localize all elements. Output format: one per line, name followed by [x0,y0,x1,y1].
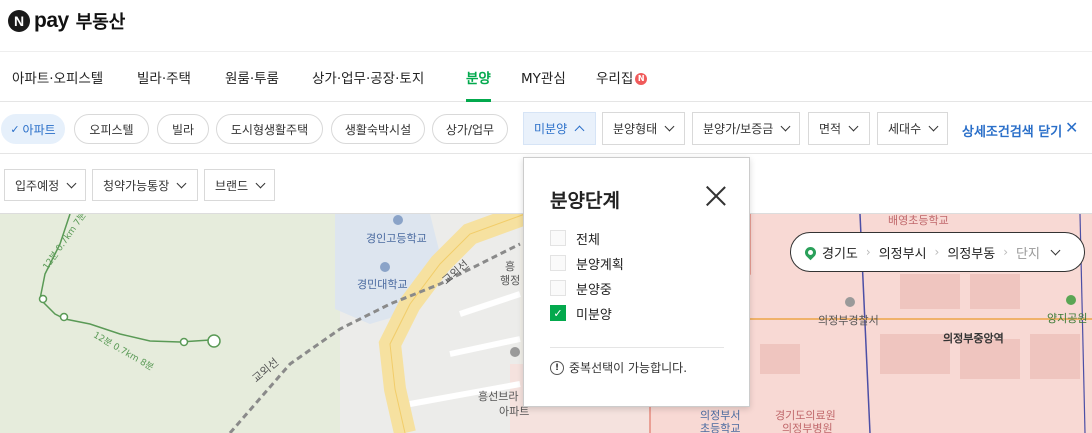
option-unsold[interactable]: ✓ 미분양 [550,304,612,323]
info-icon: ! [550,360,564,375]
main-nav: 아파트·오피스텔 빌라·주택 원룸·투룸 상가·업무·공장·토지 분양 MY관심… [0,52,1092,102]
close-icon[interactable]: ✕ [1065,118,1078,137]
nav-item-presale[interactable]: 분양 [466,67,491,102]
type-chip-officetel[interactable]: 오피스텔 [74,114,149,144]
option-label: 분양중 [576,282,612,298]
dropdown-move-in[interactable]: 입주예정 [4,169,86,201]
filter-bar-primary: ✓ 아파트 오피스텔 빌라 도시형생활주택 생활숙박시설 상가/업무 미분양 분양… [0,102,1092,154]
chevron-right-icon: › [865,245,871,259]
location-breadcrumb[interactable]: 경기도 › 의정부시 › 의정부동 › 단지 [790,232,1085,272]
naver-logo-icon: N [8,10,30,32]
dropdown-label: 브랜드 [215,178,249,193]
location-province[interactable]: 경기도 [822,243,858,262]
divider [550,347,724,348]
type-chip-label: 아파트 [22,122,56,137]
option-planned[interactable]: 분양계획 [550,254,624,273]
close-icon[interactable] [705,185,727,207]
location-city[interactable]: 의정부시 [879,243,927,262]
chevron-down-icon [848,121,859,132]
chevron-down-icon [66,178,77,188]
popup-title: 분양단계 [550,190,620,212]
dropdown-presale-stage[interactable]: 미분양 [523,112,596,145]
naver-pay-logo[interactable]: N pay 부동산 [8,8,125,34]
app-root: N pay 부동산 아파트·오피스텔 빌라·주택 원룸·투룸 상가·업무·공장·… [0,0,1092,433]
checkbox-checked[interactable]: ✓ [550,305,566,321]
chevron-down-icon [176,178,187,188]
dropdown-brand[interactable]: 브랜드 [204,169,275,201]
dropdown-label: 분양형태 [613,122,658,136]
nav-item-oneroom[interactable]: 원룸·투룸 [225,67,279,102]
nav-item-my-interest[interactable]: MY관심 [521,67,566,102]
location-district[interactable]: 의정부동 [947,243,995,262]
map-label-school: 경인고등학교 [366,232,427,245]
checkbox[interactable] [550,280,566,296]
dropdown-area[interactable]: 면적 [808,112,870,145]
map-label-park: 양지공원 [1047,312,1088,325]
advanced-search-toggle[interactable]: 상세조건검색 닫기 [962,121,1062,140]
presale-stage-popup: 분양단계 전체 분양계획 분양중 ✓ 미분양 ! 중복선택이 가능합니다. [523,157,750,407]
map-label-school4b: 초등학교 [700,422,741,433]
chevron-right-icon: › [1003,245,1009,259]
dropdown-label: 면적 [819,122,842,136]
chevron-down-icon [928,121,939,132]
checkbox[interactable] [550,230,566,246]
option-label: 분양계획 [576,257,624,273]
note-text: 중복선택이 가능합니다. [569,361,688,375]
chevron-down-icon [664,121,675,132]
dropdown-label: 청약가능통장 [103,178,170,193]
map-label-school3: 배영초등학교 [888,214,949,227]
popup-note: ! 중복선택이 가능합니다. [550,359,687,376]
dropdown-label: 입주예정 [15,178,60,193]
option-label: 전체 [576,232,600,248]
chevron-right-icon: › [934,245,940,259]
option-on-sale[interactable]: 분양중 [550,279,612,298]
nav-item-apartment[interactable]: 아파트·오피스텔 [12,67,103,102]
chevron-down-icon[interactable] [1050,245,1061,255]
dropdown-households[interactable]: 세대수 [877,112,948,145]
new-badge-icon: N [635,73,648,85]
type-chip-apartment[interactable]: ✓ 아파트 [1,114,65,144]
map-label-university: 경민대학교 [357,278,408,291]
dropdown-label: 분양가/보증금 [703,122,774,136]
dropdown-label: 미분양 [534,122,568,136]
map-label-hospital2: 의정부병원 [782,422,833,433]
map-label-station: 의정부중앙역 [943,332,1004,345]
nav-item-my-home[interactable]: 우리집 N [596,67,648,102]
map-label-police: 의정부경찰서 [818,314,879,327]
nav-item-commercial[interactable]: 상가·업무·공장·토지 [312,67,424,102]
dropdown-price[interactable]: 분양가/보증금 [692,112,800,145]
chevron-down-icon [780,121,791,132]
pay-logo-text: pay [34,9,69,32]
option-all[interactable]: 전체 [550,229,600,248]
map-label-stop2: 행정 [500,274,521,287]
type-chip-urban-housing[interactable]: 도시형생활주택 [216,114,323,144]
dropdown-subscription-account[interactable]: 청약가능통장 [92,169,198,201]
checkbox[interactable] [550,255,566,271]
type-chip-villa[interactable]: 빌라 [157,114,209,144]
dropdown-presale-type[interactable]: 분양형태 [602,112,685,145]
option-label: 미분양 [576,307,612,323]
nav-item-my-home-label: 우리집 [596,71,634,87]
location-complex[interactable]: 단지 [1016,243,1040,262]
type-chip-commercial[interactable]: 상가/업무 [432,114,508,144]
check-icon: ✓ [10,122,20,136]
service-title: 부동산 [75,12,126,33]
chevron-up-icon [574,125,585,136]
dropdown-label: 세대수 [888,122,922,136]
type-chip-lodging[interactable]: 생활숙박시설 [331,114,425,144]
header: N pay 부동산 [0,0,1092,52]
chevron-down-icon [255,178,266,188]
location-pin-icon [802,244,819,260]
map-label-apartment: 흥선브라 [478,390,519,403]
nav-item-villa[interactable]: 빌라·주택 [137,67,191,102]
